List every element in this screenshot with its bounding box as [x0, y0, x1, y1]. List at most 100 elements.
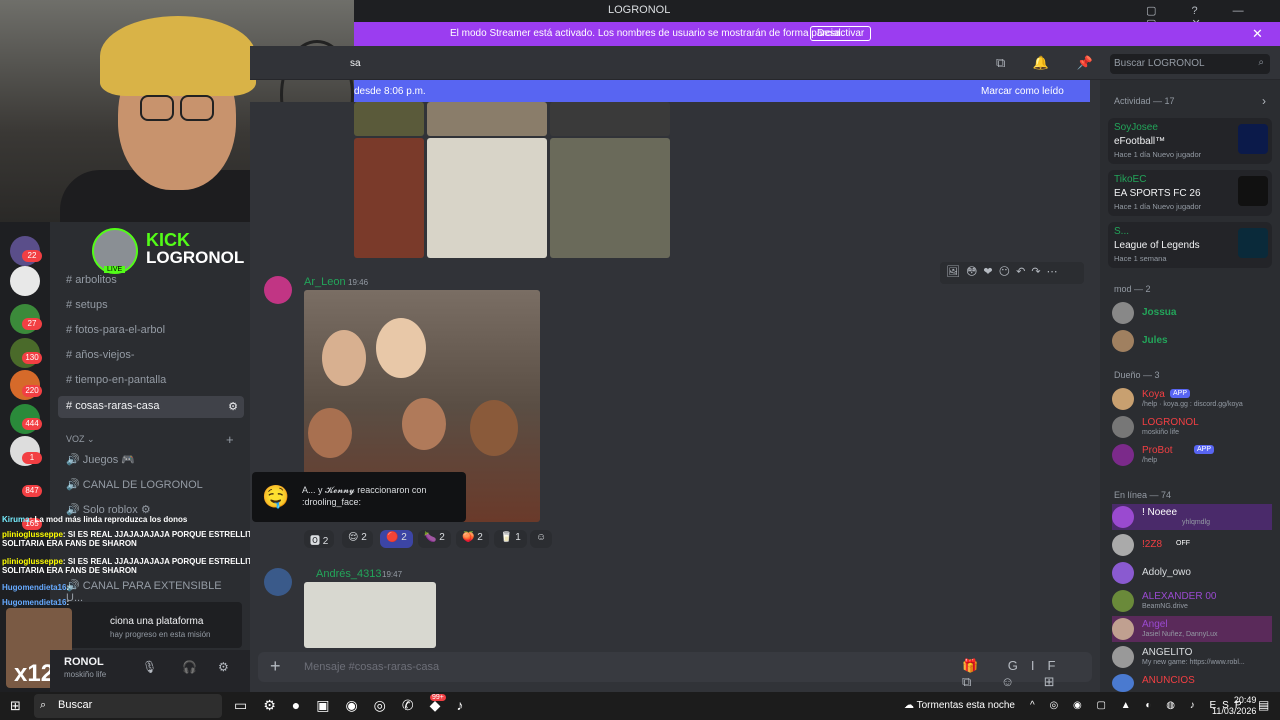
server-badge: 444 — [22, 418, 42, 430]
channel-item[interactable]: # fotos-para-el-arbol — [58, 320, 244, 342]
attachment-image[interactable] — [354, 102, 424, 136]
reaction-emoji: 🥛 — [500, 532, 513, 543]
channel-item[interactable]: # años-viejos- — [58, 345, 244, 367]
weather-widget[interactable]: ☁ Tormentas esta noche — [904, 700, 1015, 711]
member-status: BeamNG.drive — [1142, 603, 1188, 610]
reaction-emoji: 🍆 — [424, 532, 437, 543]
member-item[interactable]: ANGELITO My new game: https://www.robl... — [1112, 644, 1272, 670]
reaction-chip[interactable]: 😌 2 — [342, 530, 373, 548]
taskbar-search[interactable]: ⌕ Buscar — [34, 694, 222, 718]
member-name: ANUNCIOS — [1142, 675, 1195, 686]
search-placeholder: Buscar LOGRONOL — [1114, 58, 1205, 69]
avatar — [1112, 534, 1134, 556]
member-item[interactable]: ANUNCIOS — [1112, 672, 1272, 692]
game-icon — [1238, 228, 1268, 258]
server-badge: 130 — [22, 352, 42, 364]
channel-item-selected[interactable]: # cosas-raras-casa ⚙ — [58, 396, 244, 418]
message-author[interactable]: Andrés_4313 — [316, 568, 381, 580]
server-badge: 847 — [22, 485, 42, 497]
attachment-image[interactable] — [354, 138, 424, 258]
member-item[interactable]: ! Noeee yhlqmdlg — [1112, 504, 1272, 530]
avatar — [1112, 674, 1134, 692]
add-reaction-icon[interactable]: ☺ — [530, 530, 553, 548]
reaction-chip[interactable]: 🥛 1 — [494, 530, 527, 548]
member-name: !2Z8 — [1142, 539, 1163, 550]
streamer-banner-text: El modo Streamer está activado. Los nomb… — [450, 28, 844, 39]
member-name: ANGELITO — [1142, 647, 1193, 658]
chevron-right-icon[interactable]: › — [1262, 94, 1266, 108]
message-author[interactable]: Ar_Leon — [304, 276, 346, 288]
member-status: Jasiel Nuñez, DannyLux — [1142, 631, 1218, 638]
photo-face — [322, 330, 366, 386]
streamer-mode-banner: El modo Streamer está activado. Los nomb… — [354, 22, 1280, 46]
deactivate-button[interactable]: Desactivar — [810, 26, 872, 41]
avatar — [1112, 506, 1134, 528]
mark-as-read-button[interactable]: Marcar como leído — [981, 86, 1064, 97]
member-item[interactable]: Jules — [1112, 328, 1272, 354]
headphones-icon[interactable]: 🎧 — [182, 660, 197, 674]
notification-icon[interactable]: ▤ — [1258, 698, 1269, 712]
chat-user: Kiruma — [2, 515, 30, 524]
voice-channel[interactable]: 🔊 Juegos 🎮 — [58, 449, 244, 471]
settings-icon[interactable]: ⚙ — [228, 400, 238, 413]
search-input[interactable]: Buscar LOGRONOL ⌕ — [1110, 54, 1270, 74]
avatar[interactable] — [264, 276, 292, 304]
member-item[interactable]: !2Z8 OFF — [1112, 532, 1272, 558]
reaction-count: 2 — [439, 532, 445, 543]
activity-card[interactable]: TikoEC EA SPORTS FC 26 Hace 1 día Nuevo … — [1108, 170, 1272, 216]
avatar — [1112, 330, 1134, 352]
windows-start-icon[interactable]: ⊞ — [10, 698, 21, 714]
composer-placeholder: Mensaje #cosas-raras-casa — [304, 661, 440, 673]
add-attachment-icon[interactable]: + — [270, 656, 281, 677]
voice-channel[interactable]: 🔊 CANAL DE LOGRONOL — [58, 474, 244, 496]
channel-item[interactable]: # setups — [58, 295, 244, 317]
whatsapp-badge: 99+ — [430, 694, 446, 701]
reaction-chip[interactable]: 🔴 2 — [380, 530, 413, 548]
member-name: Jules — [1142, 335, 1168, 346]
attachment-image[interactable] — [427, 138, 547, 258]
game-icon — [1238, 124, 1268, 154]
settings-icon[interactable]: ⚙ — [218, 660, 229, 674]
avatar — [1112, 590, 1134, 612]
avatar[interactable] — [264, 568, 292, 596]
new-messages-bar[interactable]: desde 8:06 p.m. Marcar como leído — [354, 80, 1090, 102]
clock[interactable]: 20:49 11/03/2026 — [1212, 695, 1256, 717]
channel-item[interactable]: # tiempo-en-pantalla — [58, 370, 244, 392]
member-item[interactable]: Jossua — [1112, 300, 1272, 326]
new-messages-since: desde 8:06 p.m. — [354, 86, 426, 97]
attachment-image[interactable] — [304, 582, 436, 648]
member-item[interactable]: Koya APP/help · koya.gg : discord.gg/koya — [1112, 386, 1272, 412]
mic-icon[interactable]: 🎙 — [142, 660, 157, 674]
avatar — [1112, 618, 1134, 640]
activity-card[interactable]: S... League of Legends Hace 1 semana — [1108, 222, 1272, 268]
member-status: OFF — [1176, 540, 1190, 547]
member-item[interactable]: LOGRONOL moskiño life — [1112, 414, 1272, 440]
voice-category[interactable]: VOZ ⌄ — [66, 434, 95, 445]
activity-card[interactable]: SoyJosee eFootball™ Hace 1 día Nuevo jug… — [1108, 118, 1272, 164]
attachment-image[interactable] — [550, 138, 670, 258]
reaction-chip[interactable]: 🍑 2 — [456, 530, 489, 548]
reaction-count: 2 — [361, 532, 367, 543]
activity-meta: Hace 1 día Nuevo jugador — [1114, 202, 1202, 211]
windows-taskbar: ⊞ ⌕ Buscar ▭⚙●▣◉◎✆◆♪ 99+ ☁ Tormentas esta… — [0, 692, 1280, 720]
composer-icons[interactable]: 🎁 GIF ⧉ ☺ ⊞ — [962, 658, 1092, 690]
activity-user: S... — [1114, 226, 1130, 237]
reaction-emoji: 🍑 — [462, 532, 475, 543]
attachment-image[interactable] — [550, 102, 670, 136]
member-item[interactable]: ALEXANDER 00 BeamNG.drive — [1112, 588, 1272, 614]
member-item[interactable]: Angel Jasiel Nuñez, DannyLux — [1112, 616, 1272, 642]
message-hover-toolbar[interactable]: 🖼😳❤😶↶↷⋯ — [940, 262, 1084, 284]
close-icon[interactable]: ✕ — [1252, 26, 1263, 42]
taskbar-search-label: Buscar — [58, 699, 93, 711]
reaction-chip[interactable]: 🅾 2 — [304, 530, 335, 548]
reaction-chip[interactable]: 🍆 2 — [418, 530, 451, 548]
chat-text: : La mod más linda reproduzca los donos — [29, 515, 188, 524]
reaction-count: 2 — [477, 532, 483, 543]
member-item[interactable]: ProBot APP/help — [1112, 442, 1272, 468]
server-icon[interactable] — [10, 266, 40, 296]
activity-header: Actividad — 17 — [1114, 96, 1175, 106]
add-channel-icon[interactable]: + — [226, 432, 234, 447]
message-composer[interactable]: + Mensaje #cosas-raras-casa 🎁 GIF ⧉ ☺ ⊞ — [258, 652, 1092, 689]
attachment-image[interactable] — [427, 102, 547, 136]
member-item[interactable]: Adoly_owo — [1112, 560, 1272, 586]
